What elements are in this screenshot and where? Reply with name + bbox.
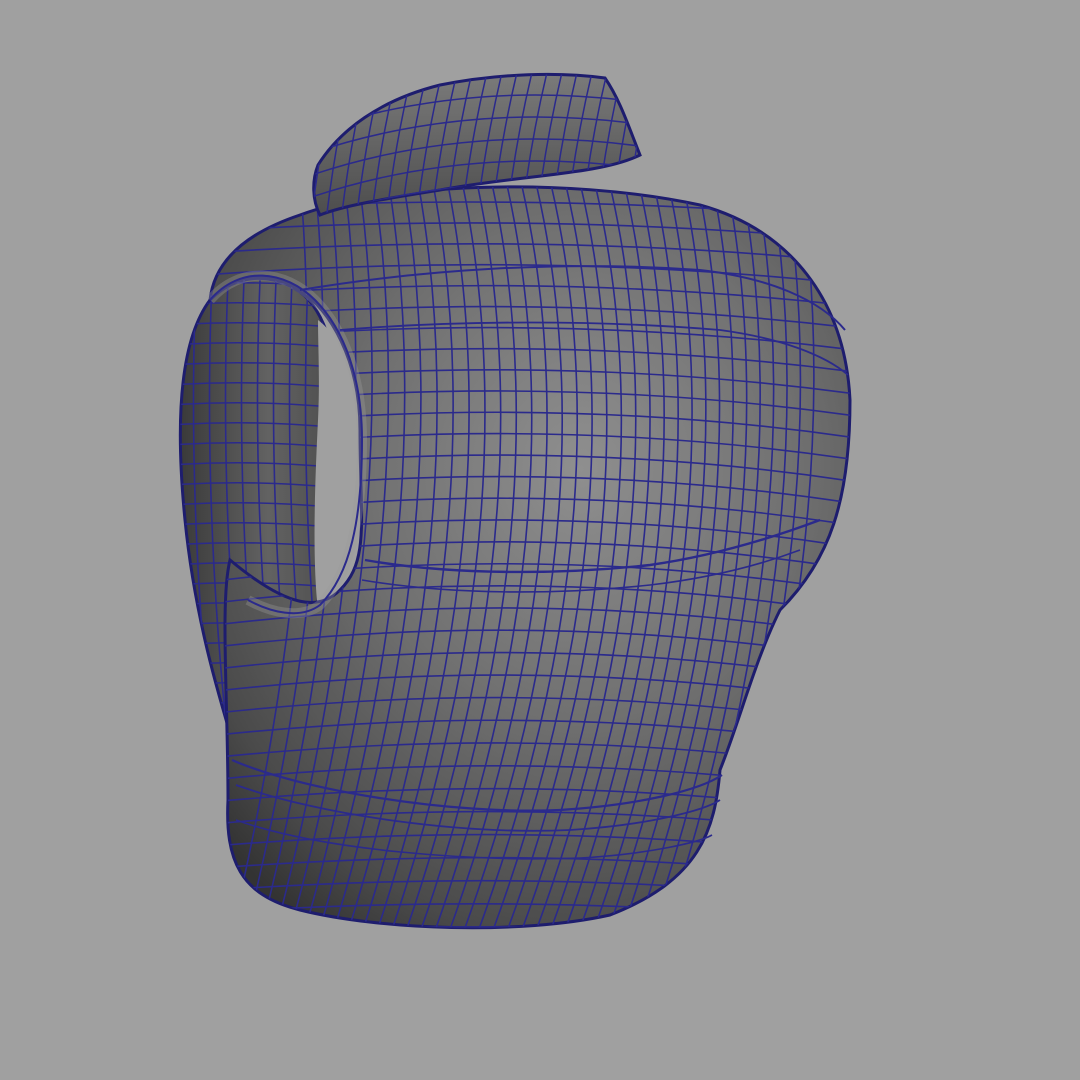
3d-viewport[interactable] xyxy=(0,0,1080,1080)
wireframe-edge xyxy=(190,950,870,968)
wireframe-edge xyxy=(210,926,850,928)
vest-model[interactable] xyxy=(0,0,1080,1080)
